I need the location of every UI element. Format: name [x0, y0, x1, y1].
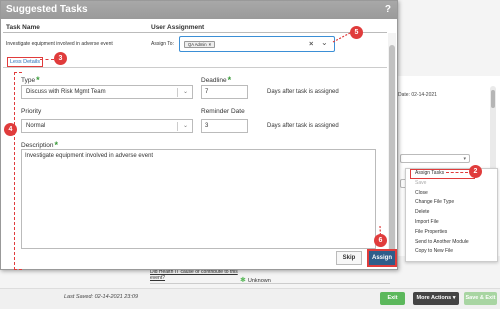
- priority-label: Priority: [21, 108, 42, 115]
- context-menu: Assign Tasks Save Close Change File Type…: [405, 168, 498, 262]
- scrollbar-thumb[interactable]: [491, 90, 495, 108]
- background-date: Date: 02-14-2021: [398, 92, 437, 98]
- more-actions-button[interactable]: More Actions ▾: [413, 292, 459, 305]
- deadline-label-text: Deadline: [201, 77, 227, 84]
- caret-down-icon: ▾: [463, 156, 466, 162]
- exit-button[interactable]: Exit: [380, 292, 405, 305]
- reminder-date-label: Reminder Date: [201, 108, 245, 115]
- type-select[interactable]: Discuss with Risk Mgmt Team ⌄: [21, 85, 193, 99]
- type-label: Type*: [21, 74, 40, 85]
- description-label-text: Description: [21, 142, 54, 149]
- assignee-chip-label: QA Admin: [188, 42, 207, 47]
- suggested-tasks-dialog: Suggested Tasks ? Task Name User Assignm…: [0, 0, 398, 270]
- description-textarea[interactable]: Investigate equipment involved in advers…: [21, 149, 376, 249]
- reminder-days-text: Days after task is assigned: [267, 123, 339, 129]
- background-select-1[interactable]: ▾: [400, 154, 470, 163]
- deadline-input[interactable]: 7: [201, 85, 248, 99]
- menu-item-import-file[interactable]: Import File: [406, 218, 497, 228]
- menu-item-send-to-module[interactable]: Send to Another Module: [406, 238, 497, 248]
- user-assignment-header: User Assignment: [151, 24, 205, 31]
- task-name-value: Investigate equipment involved in advers…: [6, 41, 113, 47]
- caret-down-icon: ▾: [452, 295, 456, 301]
- required-asterisk-icon: *: [36, 75, 40, 85]
- help-icon[interactable]: ?: [385, 1, 391, 19]
- priority-select[interactable]: Normal ⌄: [21, 119, 193, 133]
- priority-select-value: Normal: [26, 123, 46, 129]
- menu-item-close[interactable]: Close: [406, 189, 497, 199]
- type-select-value: Discuss with Risk Mgmt Team: [26, 89, 106, 95]
- more-actions-label: More Actions: [416, 295, 452, 301]
- required-asterisk-icon: *: [227, 75, 232, 85]
- menu-item-copy-to-new-file[interactable]: Copy to New File: [406, 247, 497, 257]
- divider: [150, 283, 390, 284]
- remove-chip-icon[interactable]: ×: [209, 42, 211, 47]
- assign-button[interactable]: Assign: [367, 249, 397, 267]
- select-divider: [177, 88, 178, 97]
- assignee-chip: QA Admin ×: [184, 41, 216, 48]
- save-and-exit-button[interactable]: Save & Exit: [464, 292, 497, 305]
- description-label: Description*: [21, 139, 58, 150]
- chevron-down-icon: ⌄: [182, 89, 188, 95]
- menu-item-assign-tasks[interactable]: Assign Tasks: [410, 169, 475, 179]
- screen: Date: 02-14-2021 ▾ ▾ Assign Tasks Save C…: [0, 0, 500, 309]
- details-divider: [3, 67, 387, 68]
- dialog-title: Suggested Tasks: [6, 4, 88, 15]
- clear-icon[interactable]: ×: [309, 39, 313, 48]
- chevron-down-icon: ⌄: [182, 123, 188, 129]
- dialog-header: Suggested Tasks ?: [1, 1, 397, 19]
- deadline-label: Deadline*: [201, 74, 232, 85]
- type-label-text: Type: [21, 77, 36, 84]
- menu-item-delete[interactable]: Delete: [406, 208, 497, 218]
- less-details-link[interactable]: Less Details: [7, 57, 43, 67]
- skip-button[interactable]: Skip: [336, 251, 362, 265]
- health-it-question[interactable]: Did Health IT cause or contribute to thi…: [150, 269, 240, 281]
- reminder-date-input[interactable]: 3: [201, 119, 248, 133]
- header-divider: [3, 32, 387, 33]
- deadline-days-text: Days after task is assigned: [267, 89, 339, 95]
- dialog-scrollbar[interactable]: [388, 33, 396, 265]
- select-divider: [177, 122, 178, 131]
- task-name-header: Task Name: [6, 24, 40, 31]
- scrollbar-thumb[interactable]: [389, 45, 395, 265]
- assign-to-label: Assign To:: [151, 41, 174, 47]
- menu-item-save: Save: [415, 179, 427, 186]
- chevron-down-icon[interactable]: ⌄: [321, 38, 328, 47]
- menu-item-change-file-type[interactable]: Change File Type: [406, 198, 497, 208]
- menu-item-file-properties[interactable]: File Properties: [406, 228, 497, 238]
- last-saved-text: Last Saved: 02-14-2021 23:09: [64, 294, 139, 300]
